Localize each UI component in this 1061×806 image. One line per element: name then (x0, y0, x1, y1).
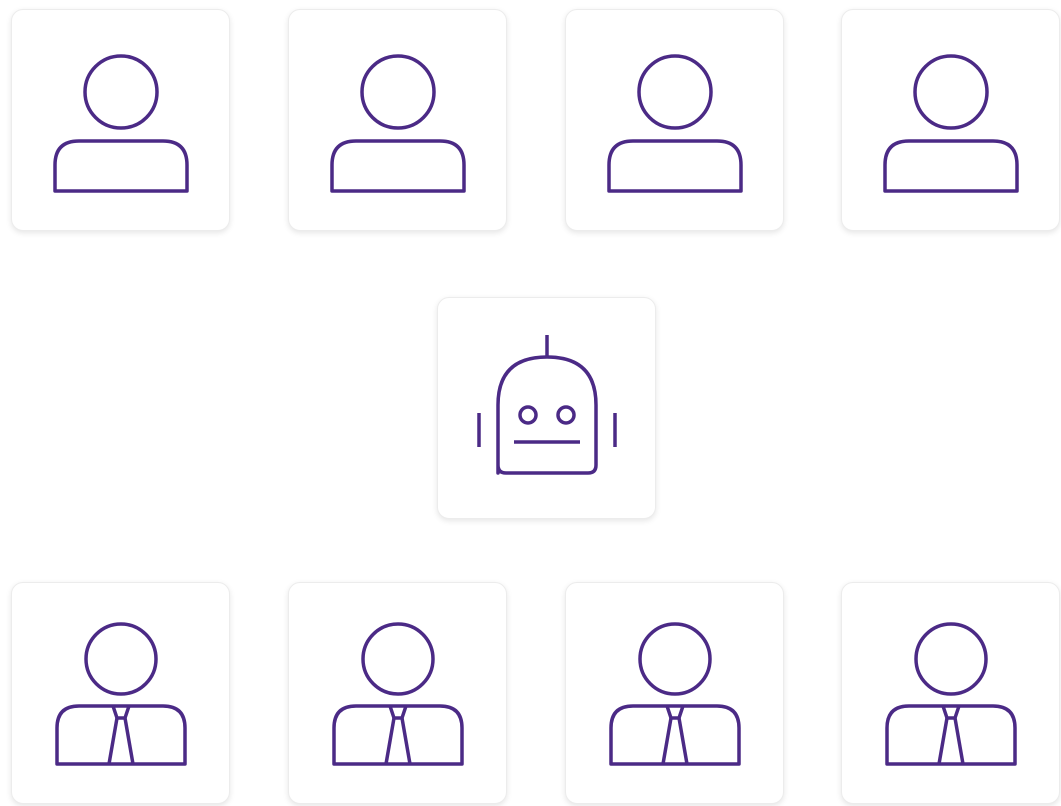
businessman-card (11, 582, 230, 804)
businessman-card (841, 582, 1060, 804)
user-card (288, 9, 507, 231)
user-icon (329, 54, 466, 193)
businessman-icon (608, 622, 741, 766)
user-icon (52, 54, 189, 193)
businessman-card (565, 582, 784, 804)
businessman-card (288, 582, 507, 804)
user-icon (606, 54, 743, 193)
user-card (565, 9, 784, 231)
businessman-icon (331, 622, 464, 766)
businessman-icon (884, 622, 1017, 766)
user-card (841, 9, 1060, 231)
robot-icon (476, 335, 617, 475)
businessman-icon (54, 622, 187, 766)
diagram-canvas (0, 0, 1061, 806)
user-icon (882, 54, 1019, 193)
robot-card (437, 297, 656, 519)
user-card (11, 9, 230, 231)
